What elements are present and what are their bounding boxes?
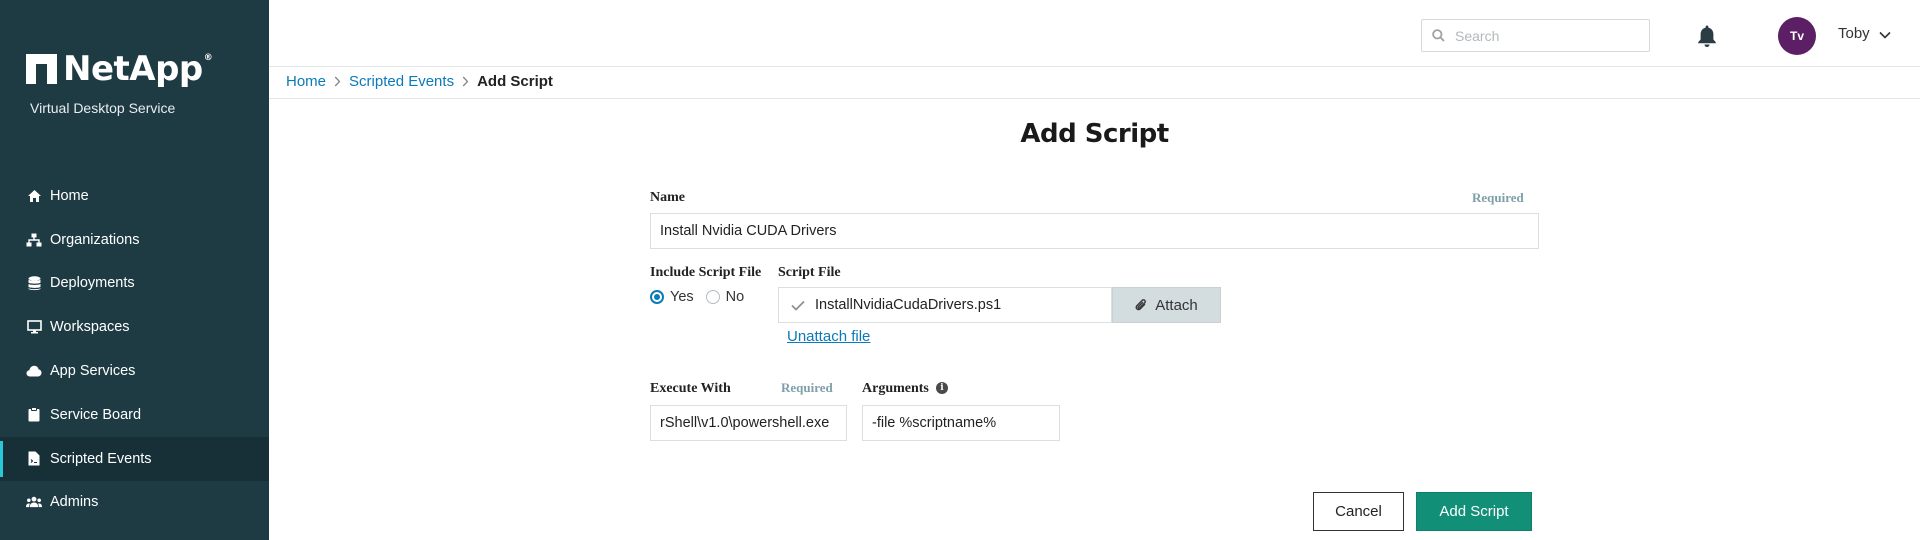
search-box[interactable] <box>1421 19 1650 52</box>
sidebar-item-app-services[interactable]: App Services <box>0 349 269 393</box>
arguments-label: Arguments <box>862 381 929 396</box>
checkmark-icon <box>791 300 815 311</box>
sidebar-item-service-board[interactable]: Service Board <box>0 393 269 437</box>
execute-with-required-indicator: Required <box>781 380 833 395</box>
include-no-radio[interactable] <box>705 290 720 304</box>
sidebar-item-label: App Services <box>50 363 136 380</box>
netapp-logo-mark-icon <box>26 54 57 84</box>
script-file-label: Script File <box>778 265 841 280</box>
brand-subtitle: Virtual Desktop Service <box>30 100 176 116</box>
execute-with-label: Execute With <box>650 381 731 396</box>
top-bar: Tv Toby <box>269 0 1920 67</box>
search-icon <box>1432 29 1445 42</box>
netapp-logo[interactable]: NetApp® <box>26 49 213 89</box>
paperclip-icon <box>1135 298 1155 313</box>
execute-with-input[interactable]: rShell\v1.0\powershell.exe <box>650 405 847 441</box>
sidebar-nav: Home Organizations Deployments Workspace… <box>0 174 269 524</box>
include-yes-radio[interactable] <box>650 290 664 304</box>
sidebar-item-organizations[interactable]: Organizations <box>0 218 269 262</box>
attach-button[interactable]: Attach <box>1112 287 1221 323</box>
sidebar-item-workspaces[interactable]: Workspaces <box>0 305 269 349</box>
breadcrumb-current: Add Script <box>477 72 553 90</box>
breadcrumb-divider <box>269 98 1920 99</box>
home-icon <box>26 188 42 204</box>
cancel-button[interactable]: Cancel <box>1313 492 1404 531</box>
monitor-icon <box>26 319 42 335</box>
breadcrumb-scripted-events-link[interactable]: Scripted Events <box>349 73 454 90</box>
sidebar: NetApp® Virtual Desktop Service Home Org… <box>0 0 269 540</box>
brand-name: NetApp® <box>63 49 213 89</box>
add-script-button[interactable]: Add Script <box>1416 492 1532 531</box>
chevron-right-icon <box>462 76 469 87</box>
script-file-name: InstallNvidiaCudaDrivers.ps1 <box>815 297 1002 313</box>
page-title: Add Script <box>1020 119 1169 149</box>
include-script-file-radio-group: Yes No <box>650 289 756 305</box>
chevron-right-icon <box>334 76 341 87</box>
include-no-label[interactable]: No <box>726 289 745 305</box>
info-icon[interactable]: i <box>936 382 948 394</box>
user-name[interactable]: Toby <box>1838 25 1870 42</box>
sidebar-item-label: Service Board <box>50 406 142 423</box>
clipboard-icon <box>26 407 42 423</box>
breadcrumb-home-link[interactable]: Home <box>286 73 326 90</box>
name-required-indicator: Required <box>1472 190 1524 205</box>
sidebar-item-label: Workspaces <box>50 319 130 336</box>
arguments-input[interactable]: -file %scriptname% <box>862 405 1060 441</box>
sidebar-item-home[interactable]: Home <box>0 174 269 218</box>
name-label: Name <box>650 190 685 205</box>
sidebar-item-label: Home <box>50 187 89 204</box>
search-input[interactable] <box>1455 27 1635 44</box>
notifications-bell-icon[interactable] <box>1696 24 1718 48</box>
database-icon <box>26 275 42 291</box>
include-script-file-label: Include Script File <box>650 265 762 280</box>
chevron-down-icon[interactable] <box>1879 26 1891 44</box>
sidebar-item-label: Scripted Events <box>50 450 152 467</box>
sidebar-item-admins[interactable]: Admins <box>0 481 269 525</box>
users-icon <box>26 494 42 510</box>
sidebar-item-label: Organizations <box>50 231 140 248</box>
breadcrumb: Home Scripted Events Add Script <box>286 72 553 90</box>
unattach-file-link[interactable]: Unattach file <box>787 328 870 345</box>
script-file-field[interactable]: InstallNvidiaCudaDrivers.ps1 <box>778 287 1112 323</box>
name-input[interactable]: Install Nvidia CUDA Drivers <box>650 213 1539 249</box>
sidebar-item-label: Deployments <box>50 275 135 292</box>
sidebar-item-scripted-events[interactable]: Scripted Events <box>0 436 269 481</box>
attach-label: Attach <box>1155 296 1198 314</box>
user-avatar[interactable]: Tv <box>1778 17 1816 55</box>
sidebar-item-deployments[interactable]: Deployments <box>0 262 269 306</box>
sidebar-item-label: Admins <box>50 494 99 511</box>
cloud-icon <box>26 363 42 379</box>
include-yes-label[interactable]: Yes <box>670 289 694 305</box>
org-chart-icon <box>26 232 42 248</box>
script-file-icon <box>26 451 42 467</box>
